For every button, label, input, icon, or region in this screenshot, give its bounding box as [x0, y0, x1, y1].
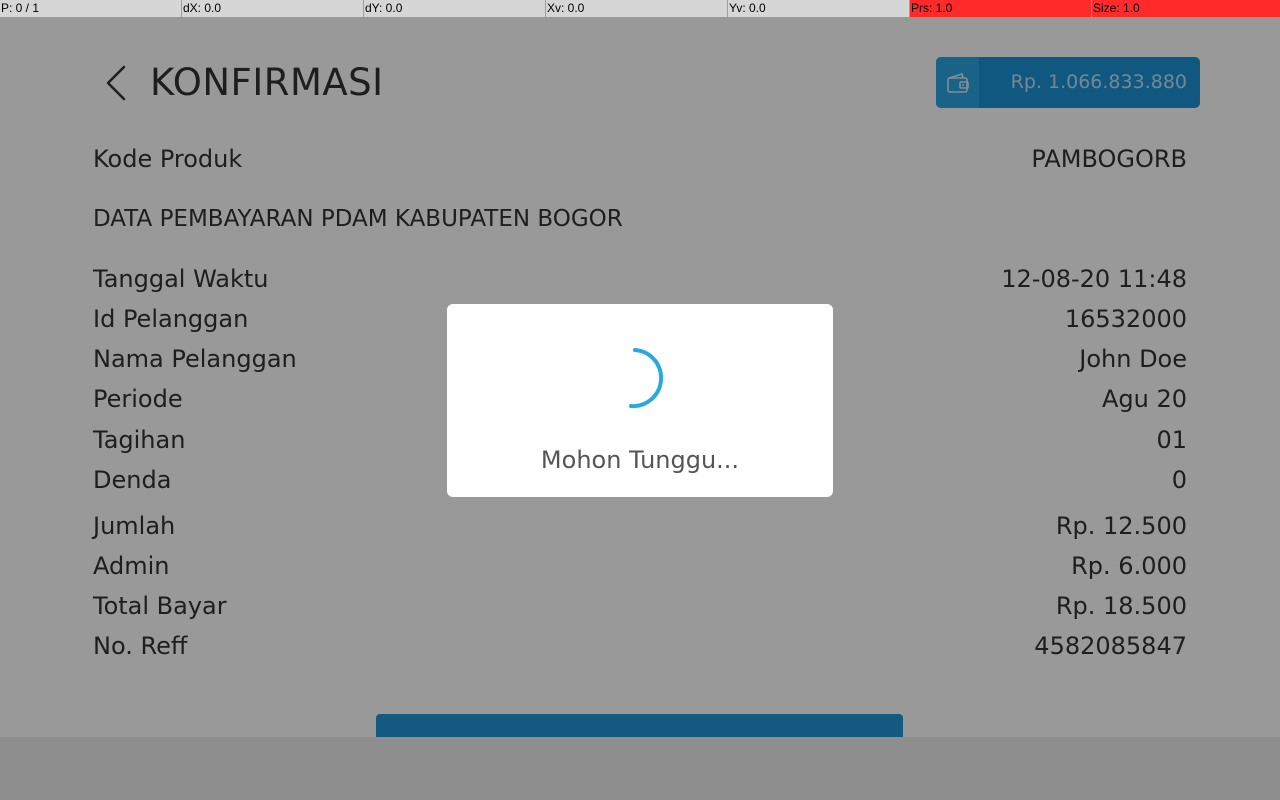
debug-size: Size: 1.0 — [1092, 0, 1280, 17]
debug-dy: dY: 0.0 — [364, 0, 546, 17]
debug-xv: Xv: 0.0 — [546, 0, 728, 17]
debug-yv: Yv: 0.0 — [728, 0, 910, 17]
navigation-bar — [0, 737, 1280, 800]
loading-spinner-icon — [629, 348, 663, 409]
pointer-debug-bar: P: 0 / 1 dX: 0.0 dY: 0.0 Xv: 0.0 Yv: 0.0… — [0, 0, 1280, 17]
loading-dialog: Mohon Tunggu... — [447, 304, 833, 497]
debug-pressure: Prs: 1.0 — [910, 0, 1092, 17]
debug-dx: dX: 0.0 — [182, 0, 364, 17]
debug-pointer-count: P: 0 / 1 — [0, 0, 182, 17]
loading-message: Mohon Tunggu... — [540, 446, 740, 474]
